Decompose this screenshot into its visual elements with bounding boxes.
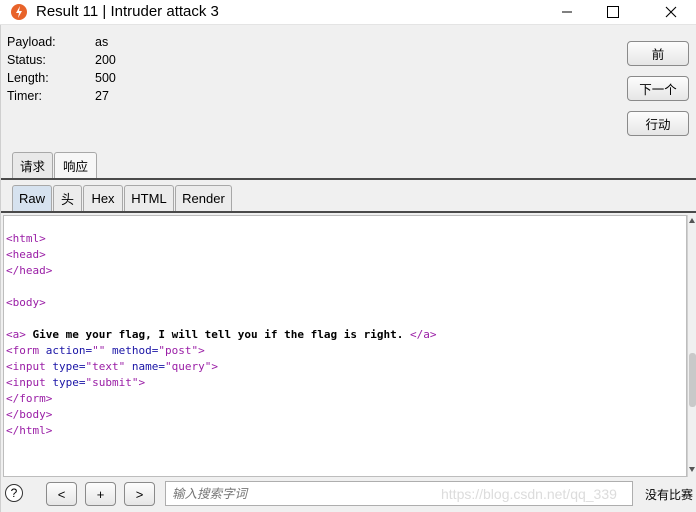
code-attr: type=: [45, 376, 86, 389]
code-tag: <input: [6, 376, 46, 389]
code-value: "query": [165, 360, 212, 373]
scroll-down-icon[interactable]: [689, 467, 695, 472]
code-tag: <a>: [6, 328, 26, 341]
code-value: "text": [85, 360, 126, 373]
code-tag: </html>: [6, 424, 53, 437]
match-count: 没有比赛: [645, 488, 694, 502]
info-value: 500: [95, 71, 116, 85]
help-icon[interactable]: ?: [5, 484, 23, 502]
tab-raw[interactable]: Raw: [12, 185, 52, 211]
code-attr: name=: [125, 360, 165, 373]
code-value: "submit": [85, 376, 139, 389]
minimize-button[interactable]: [544, 0, 590, 24]
code-value: "": [92, 344, 106, 357]
tab-hex[interactable]: Hex: [83, 185, 123, 211]
info-label: Payload:: [7, 35, 56, 49]
code-tag: <input: [6, 360, 46, 373]
code-tag: <form: [6, 344, 40, 357]
previous-button[interactable]: 前: [627, 41, 689, 66]
info-label: Status:: [7, 53, 46, 67]
search-bar: ? < + > https://blog.csdn.net/qq_339 没有比…: [1, 481, 696, 511]
search-input[interactable]: [165, 481, 633, 506]
search-previous-button[interactable]: <: [46, 482, 77, 506]
code-text: Give me your flag, I will tell you if th…: [25, 328, 410, 341]
code-tag: <html>: [6, 232, 46, 245]
tab-response[interactable]: 响应: [54, 152, 97, 178]
code-value: "post": [158, 344, 199, 357]
burp-icon: [11, 4, 27, 20]
minimize-icon: [562, 11, 572, 13]
close-button[interactable]: [648, 0, 694, 24]
code-tag: <head>: [6, 248, 46, 261]
tab-render[interactable]: Render: [175, 185, 232, 211]
code-tag: </head>: [6, 264, 53, 277]
code-tag: </a>: [409, 328, 437, 341]
maximize-icon: [607, 6, 619, 18]
close-icon: [665, 6, 677, 18]
tab-request[interactable]: 请求: [12, 152, 53, 178]
code-tag: >: [211, 360, 218, 373]
scroll-up-icon[interactable]: [689, 218, 695, 223]
result-panel: Payload: as Status: 200 Length: 500 Time…: [0, 25, 696, 512]
info-label: Length:: [7, 71, 49, 85]
maximize-button[interactable]: [590, 0, 636, 24]
view-tab-divider: [1, 211, 696, 213]
response-editor[interactable]: <html> <head> </head> <body> <a> Give me…: [3, 215, 687, 477]
info-value: 200: [95, 53, 116, 67]
code-attr: type=: [45, 360, 86, 373]
info-value: 27: [95, 89, 109, 103]
code-attr: action=: [39, 344, 93, 357]
code-attr: method=: [105, 344, 159, 357]
next-button[interactable]: 下一个: [627, 76, 689, 101]
action-button[interactable]: 行动: [627, 111, 689, 136]
scroll-thumb[interactable]: [689, 353, 696, 407]
search-options-button[interactable]: +: [85, 482, 116, 506]
info-label: Timer:: [7, 89, 42, 103]
info-value: as: [95, 35, 109, 49]
code-tag: </body>: [6, 408, 53, 421]
tab-headers[interactable]: 头: [53, 185, 82, 211]
title-bar: Result 11 | Intruder attack 3: [0, 0, 696, 25]
code-tag: <body>: [6, 296, 46, 309]
code-tag: >: [138, 376, 146, 389]
search-next-button[interactable]: >: [124, 482, 155, 506]
response-body: <html> <head> </head> <body> <a> Give me…: [6, 231, 436, 439]
vertical-scrollbar[interactable]: [687, 215, 696, 477]
code-tag: </form>: [6, 392, 53, 405]
window-title: Result 11 | Intruder attack 3: [36, 3, 219, 20]
tab-html[interactable]: HTML: [124, 185, 174, 211]
tab-divider: [1, 178, 696, 180]
code-tag: >: [198, 344, 205, 357]
